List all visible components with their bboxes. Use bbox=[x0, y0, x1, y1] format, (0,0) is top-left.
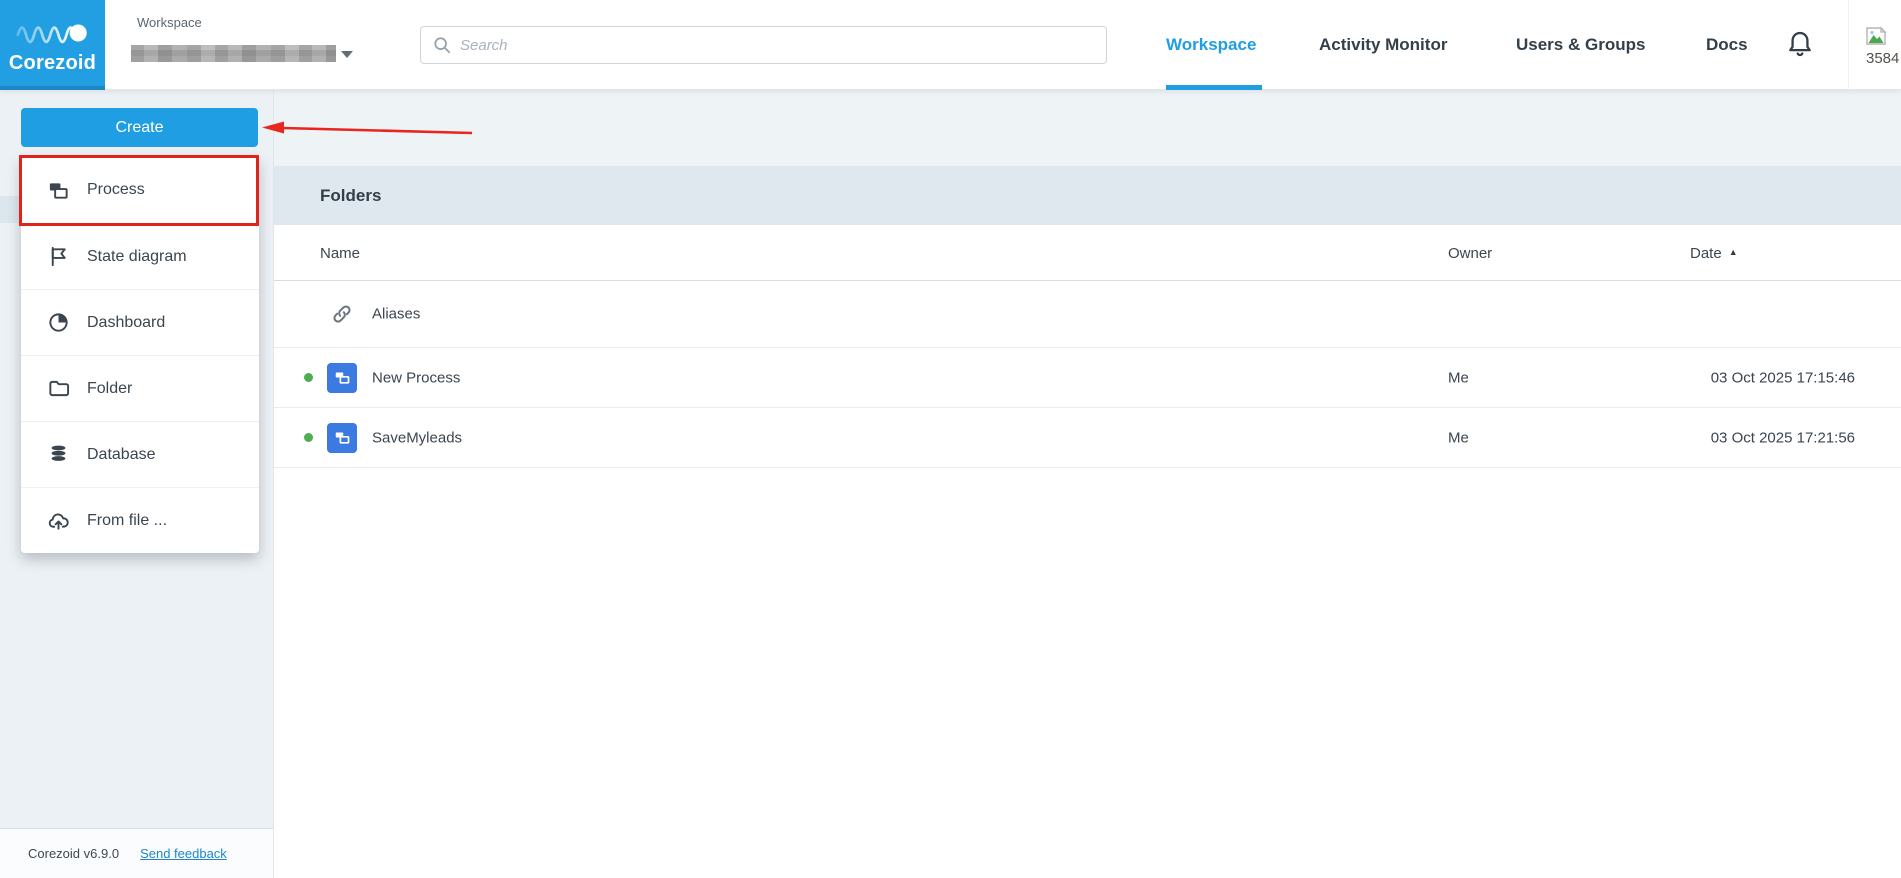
logo-text: Corezoid bbox=[8, 52, 97, 74]
notifications-bell-button[interactable] bbox=[1786, 29, 1814, 66]
status-active-dot bbox=[304, 433, 313, 442]
table-row-aliases[interactable]: Aliases bbox=[274, 281, 1901, 348]
row-name: SaveMyleads bbox=[372, 429, 463, 446]
folders-table: Name Owner Date ▲ Aliases New Process Me… bbox=[274, 225, 1901, 878]
row-owner: Me bbox=[1448, 429, 1469, 446]
workspace-name-redacted[interactable] bbox=[131, 45, 336, 62]
row-date: 03 Oct 2025 17:21:56 bbox=[1710, 429, 1855, 446]
menu-item-label: State diagram bbox=[87, 247, 187, 265]
menu-item-label: Dashboard bbox=[87, 313, 166, 331]
table-row-savemyleads[interactable]: SaveMyleads Me 03 Oct 2025 17:21:56 bbox=[274, 408, 1901, 468]
corezoid-app: Corezoid Workspace Workspace Activity Mo… bbox=[0, 0, 1901, 878]
search-box[interactable] bbox=[420, 26, 1107, 64]
sidebar-footer: Corezoid v6.9.0 Send feedback bbox=[0, 828, 274, 878]
table-header-row: Name Owner Date ▲ bbox=[274, 225, 1901, 281]
status-active-dot bbox=[304, 373, 313, 382]
corezoid-logo[interactable]: Corezoid bbox=[0, 0, 105, 90]
menu-item-label: Process bbox=[87, 181, 145, 198]
avatar-alt-text: 3584 bbox=[1866, 50, 1900, 67]
main-top-band bbox=[274, 90, 1901, 166]
tab-workspace[interactable]: Workspace bbox=[1166, 0, 1256, 90]
folders-panel-header: Folders bbox=[274, 166, 1901, 225]
top-bar: Corezoid Workspace Workspace Activity Mo… bbox=[0, 0, 1901, 90]
row-date: 03 Oct 2025 17:15:46 bbox=[1710, 369, 1855, 386]
search-icon bbox=[434, 37, 451, 54]
tab-docs[interactable]: Docs bbox=[1706, 0, 1748, 90]
column-header-owner: Owner bbox=[1448, 244, 1493, 262]
menu-item-label: Folder bbox=[87, 379, 133, 397]
menu-item-process[interactable]: Process bbox=[21, 157, 259, 223]
database-icon bbox=[46, 443, 70, 467]
column-header-name: Name bbox=[320, 244, 361, 262]
search-input[interactable] bbox=[460, 36, 1106, 54]
create-dropdown-menu: Process State diagram Dashboard Folder D… bbox=[21, 157, 259, 553]
menu-item-database[interactable]: Database bbox=[21, 421, 259, 487]
process-badge-icon bbox=[327, 362, 357, 393]
column-header-date-label: Date bbox=[1690, 244, 1722, 262]
menu-item-label: Database bbox=[87, 445, 156, 463]
flag-icon bbox=[46, 245, 70, 269]
topbar-divider bbox=[1848, 0, 1849, 90]
tab-users-groups[interactable]: Users & Groups bbox=[1516, 0, 1645, 90]
tab-activity-monitor[interactable]: Activity Monitor bbox=[1319, 0, 1447, 90]
menu-item-state-diagram[interactable]: State diagram bbox=[21, 223, 259, 289]
menu-item-dashboard[interactable]: Dashboard bbox=[21, 289, 259, 355]
menu-item-from-file[interactable]: From file ... bbox=[21, 487, 259, 553]
active-tab-underline bbox=[1166, 85, 1262, 90]
row-name: Aliases bbox=[372, 305, 421, 323]
send-feedback-link[interactable]: Send feedback bbox=[140, 846, 227, 861]
panel-title: Folders bbox=[320, 185, 382, 205]
workspace-caret-down-icon[interactable] bbox=[341, 51, 353, 58]
row-name: New Process bbox=[372, 369, 461, 386]
sort-asc-icon: ▲ bbox=[1728, 247, 1738, 257]
app-version: Corezoid v6.9.0 bbox=[28, 846, 120, 861]
bell-icon bbox=[1789, 31, 1811, 57]
menu-item-folder[interactable]: Folder bbox=[21, 355, 259, 421]
avatar[interactable]: 3584 bbox=[1862, 24, 1901, 76]
pie-chart-icon bbox=[46, 311, 70, 335]
link-icon bbox=[330, 302, 354, 331]
wave-logo-icon bbox=[16, 24, 87, 44]
column-header-date[interactable]: Date ▲ bbox=[1690, 225, 1738, 281]
broken-image-icon bbox=[1866, 26, 1887, 45]
row-owner: Me bbox=[1448, 369, 1469, 386]
process-icon bbox=[46, 178, 70, 202]
cloud-upload-icon bbox=[46, 509, 70, 533]
sidebar-selected-row-sliver bbox=[0, 196, 21, 223]
create-button[interactable]: Create bbox=[21, 108, 258, 147]
workspace-label: Workspace bbox=[137, 15, 202, 30]
process-badge-icon bbox=[327, 422, 357, 453]
folder-icon bbox=[46, 377, 70, 401]
menu-item-label: From file ... bbox=[87, 511, 168, 529]
table-row-new-process[interactable]: New Process Me 03 Oct 2025 17:15:46 bbox=[274, 348, 1901, 408]
